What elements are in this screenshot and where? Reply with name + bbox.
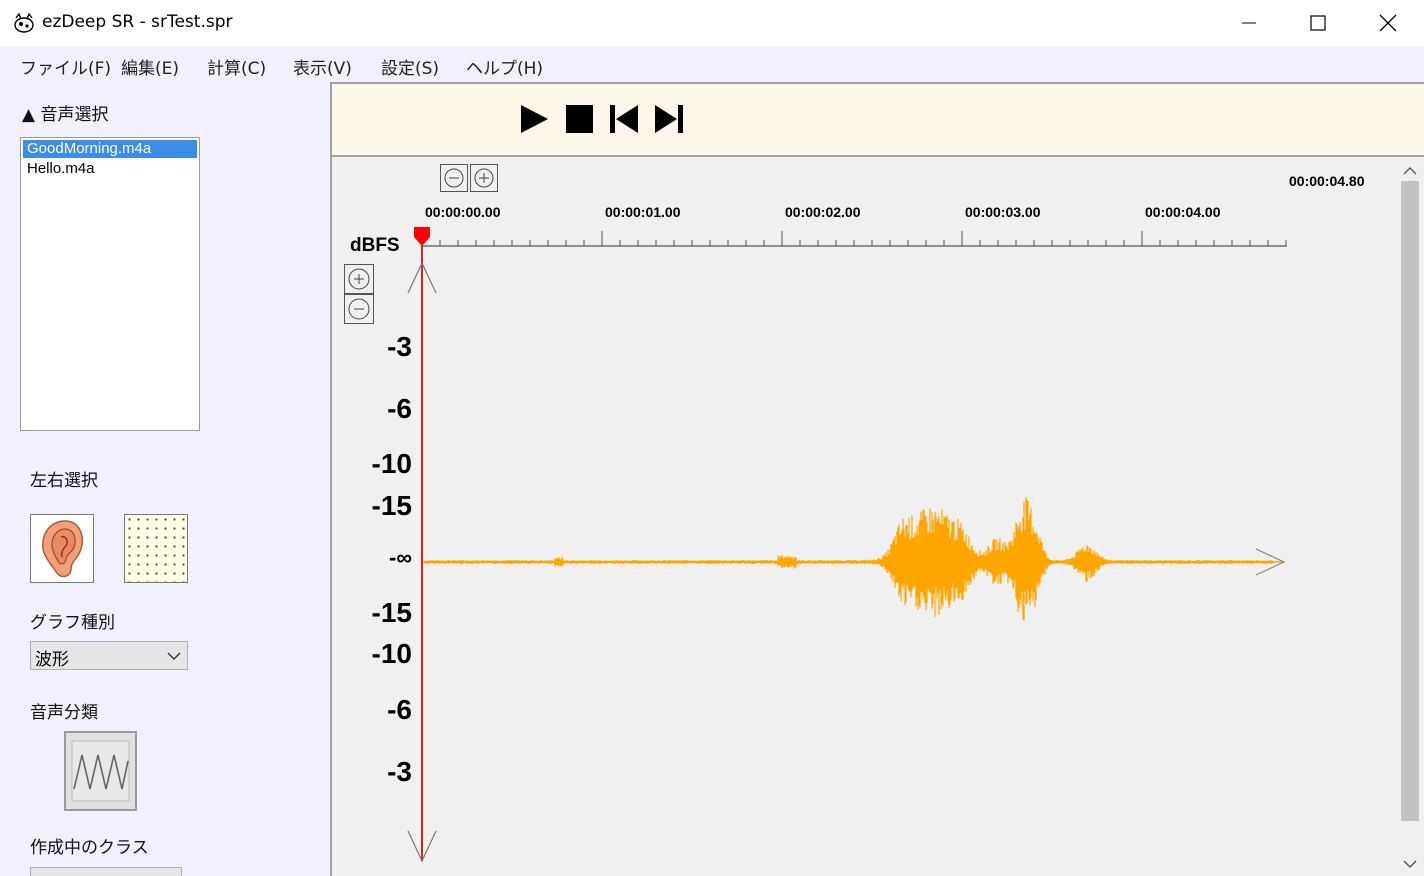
- ear-icon: [42, 520, 83, 578]
- amplitude-zoom-in-button[interactable]: [344, 264, 374, 294]
- db-scale-label: -10: [371, 638, 412, 669]
- waveform-path: [423, 497, 1273, 621]
- menu-settings[interactable]: 設定(S): [381, 54, 439, 79]
- close-button[interactable]: [1353, 0, 1423, 46]
- close-icon: [1379, 14, 1397, 32]
- chevron-down-icon: [167, 652, 181, 660]
- zoom-out-icon: [444, 168, 464, 188]
- cursor-marker[interactable]: [414, 227, 430, 246]
- time-zoom-in-button[interactable]: [470, 164, 498, 192]
- audio-select-label[interactable]: ▲ 音声選択: [22, 100, 108, 125]
- time-zoom-controls: [440, 164, 500, 194]
- zoom-in-icon: [348, 268, 370, 290]
- menu-compute[interactable]: 計算(C): [207, 54, 266, 79]
- current-class-select[interactable]: [30, 867, 182, 876]
- ruler-ticks: [421, 231, 1287, 246]
- db-scale-label: -6: [387, 393, 412, 424]
- audio-class-label: 音声分類: [30, 703, 98, 723]
- time-tick-label: 00:00:04.00: [1145, 204, 1221, 220]
- db-scale-label: -3: [387, 756, 412, 787]
- vertical-scrollbar[interactable]: [1396, 157, 1424, 876]
- menu-bar: ファイル(F) 編集(E) 計算(C) 表示(V) 設定(S) ヘルプ(H): [0, 46, 1424, 82]
- window-title: ezDeep SR - srTest.spr: [42, 12, 233, 32]
- stop-icon[interactable]: [562, 102, 596, 136]
- app-logo-icon: [14, 12, 34, 33]
- time-zoom-out-button[interactable]: [440, 164, 468, 192]
- file-list[interactable]: GoodMorning.m4a Hello.m4a: [20, 137, 200, 431]
- db-scale-label: -15: [371, 597, 412, 628]
- db-scale-label: -6: [387, 694, 412, 725]
- left-channel-button[interactable]: [30, 514, 94, 583]
- playback-toolbar: [332, 84, 1424, 157]
- graph-type-label: グラフ種別: [30, 613, 115, 633]
- time-tick-label: 00:00:03.00: [965, 204, 1041, 220]
- time-tick-label: 00:00:01.00: [605, 204, 681, 220]
- db-scale-label: -10: [371, 448, 412, 479]
- menu-edit[interactable]: 編集(E): [121, 54, 179, 79]
- time-tick-label: 00:00:02.00: [785, 204, 861, 220]
- scroll-down-icon[interactable]: [1396, 854, 1424, 874]
- zoom-out-icon: [348, 298, 370, 320]
- file-list-item[interactable]: GoodMorning.m4a: [23, 140, 197, 158]
- scroll-up-icon[interactable]: [1396, 161, 1424, 181]
- waveform-panel: 00:00:04.80 00:00:00.00 00:00:01.00 00:0…: [330, 82, 1424, 876]
- lr-select-label: 左右選択: [30, 471, 98, 491]
- left-panel: ▲ 音声選択 GoodMorning.m4a Hello.m4a 左右選択 グラ…: [0, 82, 330, 876]
- right-channel-button[interactable]: [124, 514, 188, 583]
- db-scale-label: -∞: [388, 545, 412, 570]
- audio-class-button[interactable]: [64, 731, 137, 811]
- current-class-label: 作成中のクラス: [30, 838, 149, 858]
- skip-to-start-icon[interactable]: [607, 102, 641, 136]
- minimize-icon: [1242, 22, 1256, 24]
- minimize-button[interactable]: [1214, 0, 1284, 46]
- db-scale-label: -3: [387, 331, 412, 362]
- maximize-button[interactable]: [1283, 0, 1353, 46]
- waveform-signal: [423, 497, 1273, 621]
- waveform-icon: [71, 740, 130, 802]
- menu-view[interactable]: 表示(V): [293, 54, 352, 79]
- waveform-view[interactable]: 00:00:04.80 00:00:00.00 00:00:01.00 00:0…: [332, 157, 1396, 876]
- play-icon[interactable]: [517, 102, 551, 136]
- menu-file[interactable]: ファイル(F): [20, 54, 111, 79]
- waveform-canvas: [407, 227, 1287, 863]
- file-list-item[interactable]: Hello.m4a: [23, 160, 197, 178]
- dbfs-unit-label: dBFS: [350, 235, 400, 256]
- time-tick-label: 00:00:00.00: [425, 204, 501, 220]
- title-bar: ezDeep SR - srTest.spr: [0, 0, 1424, 46]
- amplitude-zoom-out-button[interactable]: [344, 294, 374, 324]
- scrollbar-thumb[interactable]: [1401, 181, 1419, 821]
- graph-type-value: 波形: [35, 650, 69, 670]
- skip-to-end-icon[interactable]: [652, 102, 686, 136]
- db-scale-label: -15: [371, 490, 412, 521]
- maximize-icon: [1310, 15, 1326, 31]
- menu-help[interactable]: ヘルプ(H): [466, 54, 543, 79]
- total-duration: 00:00:04.80: [1289, 173, 1365, 189]
- zoom-in-icon: [474, 168, 494, 188]
- graph-type-select[interactable]: 波形: [30, 641, 188, 670]
